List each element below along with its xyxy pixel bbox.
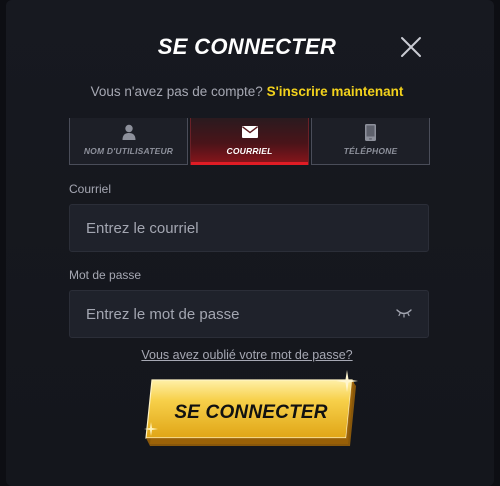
signup-link[interactable]: S'inscrire maintenant: [267, 84, 404, 99]
submit-button[interactable]: SE CONNECTER: [142, 378, 360, 452]
signup-prompt-text: Vous n'avez pas de compte?: [90, 84, 263, 99]
login-modal: SE CONNECTER Vous n'avez pas de compte? …: [6, 0, 494, 486]
sparkle-icon: [336, 370, 358, 392]
eye-closed-icon[interactable]: [396, 306, 412, 318]
sparkle-icon: [144, 422, 158, 436]
user-icon: [122, 123, 136, 141]
email-label: Courriel: [69, 182, 112, 196]
submit-button-wrap: SE CONNECTER: [142, 370, 360, 452]
forgot-password-link[interactable]: Vous avez oublié votre mot de passe?: [0, 348, 494, 362]
tab-phone-label: TÉLÉPHONE: [343, 146, 398, 156]
password-label: Mot de passe: [69, 268, 142, 282]
password-input[interactable]: [69, 290, 429, 338]
signup-prompt: Vous n'avez pas de compte? S'inscrire ma…: [0, 84, 494, 99]
submit-button-label: SE CONNECTER: [174, 402, 328, 423]
tab-email-label: COURRIEL: [226, 146, 273, 156]
phone-icon: [365, 123, 376, 141]
email-input[interactable]: [69, 204, 429, 252]
tab-phone[interactable]: TÉLÉPHONE: [311, 118, 430, 165]
tab-email[interactable]: COURRIEL: [190, 118, 309, 165]
login-method-tabs: NOM D'UTILISATEUR COURRIEL TÉLÉPHONE: [69, 118, 430, 165]
tab-username[interactable]: NOM D'UTILISATEUR: [69, 118, 188, 165]
close-icon[interactable]: [400, 36, 422, 58]
tab-username-label: NOM D'UTILISATEUR: [83, 146, 174, 156]
envelope-icon: [241, 123, 258, 141]
